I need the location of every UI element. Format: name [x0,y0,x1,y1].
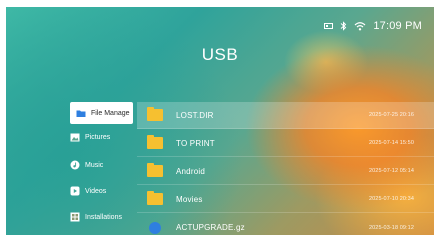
sidebar-item-label: Music [85,161,104,169]
sidebar-item-installations[interactable]: Installations [70,206,122,228]
sidebar-item-label: File Manage [91,109,130,117]
file-date: 2025-07-25 20:16 [368,112,414,118]
page-title: USB [201,45,239,64]
file-name: Movies [176,194,203,204]
sidebar-item-videos[interactable]: Videos [70,180,106,202]
file-row-lost-dir[interactable]: LOST.DIR 2025-07-25 20:16 [137,102,434,129]
music-icon [70,160,80,170]
sidebar-item-label: Installations [85,213,122,221]
file-icon [149,221,161,234]
file-date: 2025-07-10 20:34 [368,196,414,202]
folder-icon [147,107,163,121]
sidebar-item-file-manage[interactable]: File Manage [70,102,133,124]
status-bar: 17:09 PM [324,20,422,32]
wifi-icon [354,21,366,31]
bluetooth-icon [340,21,347,31]
clock: 17:09 PM [373,20,422,32]
apps-icon [70,212,80,222]
picture-icon [70,132,80,142]
sidebar-item-music[interactable]: Music [70,154,103,176]
folder-icon [147,135,163,149]
file-row-android[interactable]: Android 2025-07-12 05:14 [137,158,434,185]
folder-icon [147,163,163,177]
file-date: 2025-07-12 05:14 [368,168,414,174]
sidebar-item-label: Pictures [85,133,111,141]
folder-icon [147,191,163,205]
tv-screen: 17:09 PM USB File Manage Pictures Music [6,7,434,235]
sidebar-item-pictures[interactable]: Pictures [70,126,110,148]
file-row-movies[interactable]: Movies 2025-07-10 20:34 [137,186,434,213]
sidebar-item-label: Videos [85,187,107,195]
file-row-to-print[interactable]: TO PRINT 2025-07-14 15:50 [137,130,434,157]
file-row-actupgrade[interactable]: ACTUPGRADE.gz 2025-03-18 09:12 [137,214,434,235]
folder-icon [76,108,86,118]
file-name: LOST.DIR [176,110,214,120]
storage-icon [324,22,334,30]
file-name: ACTUPGRADE.gz [176,223,245,232]
file-name: TO PRINT [176,138,215,148]
video-icon [70,186,80,196]
file-date: 2025-07-14 15:50 [368,140,414,146]
file-date: 2025-03-18 09:12 [368,224,414,231]
file-name: Android [176,166,205,176]
